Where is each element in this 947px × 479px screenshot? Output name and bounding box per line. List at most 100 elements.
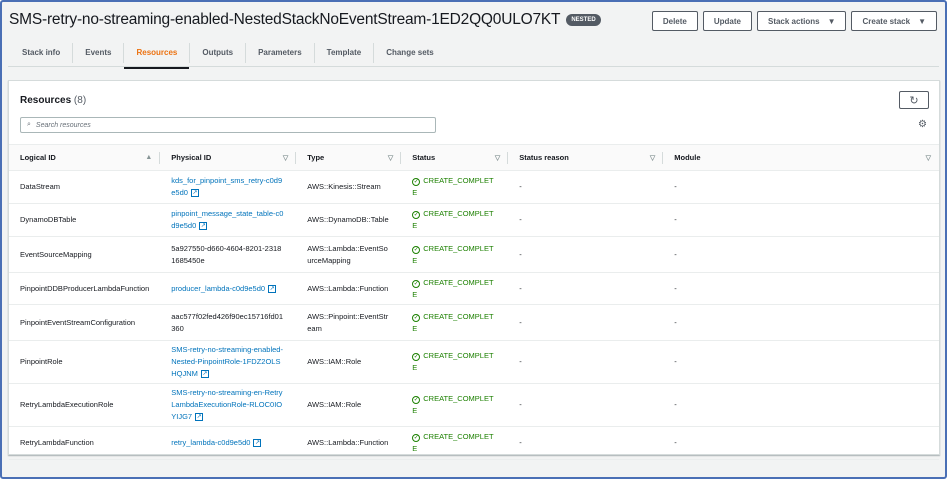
divider bbox=[8, 66, 939, 67]
column-label: Logical ID bbox=[20, 153, 56, 162]
table-row: RetryLambdaExecutionRole SMS-retry-no-st… bbox=[9, 383, 939, 427]
column-header-status[interactable]: Status ▽ bbox=[401, 144, 509, 171]
physical-id: SMS-retry-no-streaming-en-RetryLambdaExe… bbox=[171, 388, 283, 421]
physical-id-link[interactable]: pinpoint_message_state_table-c0d9e5d0 ↗ bbox=[171, 209, 284, 231]
success-check-icon: ✓ bbox=[412, 434, 421, 442]
table-row: PinpointEventStreamConfiguration aac577f… bbox=[9, 304, 939, 341]
logical-id: PinpointEventStreamConfiguration bbox=[20, 317, 136, 327]
module: - bbox=[674, 215, 677, 224]
logical-id-cell: PinpointDDBProducerLambdaFunction bbox=[9, 272, 161, 305]
status-reason: - bbox=[519, 215, 522, 224]
module: - bbox=[674, 283, 677, 293]
status-reason: - bbox=[519, 400, 522, 409]
sort-ascending-icon[interactable]: ▲ bbox=[145, 154, 152, 161]
stack-actions-button[interactable]: Stack actions ▼ bbox=[756, 11, 847, 31]
physical-id-cell: retry_lambda-c0d9e5d0 ↗ bbox=[160, 426, 297, 460]
status-text: CREATE_COMPLETE bbox=[412, 311, 494, 333]
page-header: SMS-retry-no-streaming-enabled-NestedSta… bbox=[4, 4, 943, 69]
sort-icon[interactable]: ▽ bbox=[926, 154, 931, 162]
physical-id-cell: 5a927550-d660-4604-8201-23181685450e bbox=[160, 236, 297, 273]
column-header-type[interactable]: Type ▽ bbox=[296, 144, 402, 171]
tab-stack-info[interactable]: Stack info bbox=[10, 43, 74, 63]
sort-icon[interactable]: ▽ bbox=[495, 154, 500, 162]
table-row: DynamoDBTable pinpoint_message_state_tab… bbox=[9, 203, 939, 237]
tab-template[interactable]: Template bbox=[315, 43, 375, 63]
type-cell: AWS::Pinpoint::EventStream bbox=[296, 304, 402, 341]
nested-badge: NESTED bbox=[566, 14, 601, 26]
status-cell: ✓ CREATE_COMPLETE bbox=[401, 272, 509, 305]
success-check-icon: ✓ bbox=[412, 313, 421, 322]
column-header-logical-id[interactable]: Logical ID ▲ bbox=[9, 144, 161, 171]
status-text: CREATE_COMPLETE bbox=[412, 176, 494, 197]
physical-id-cell: SMS-retry-no-streaming-enabled-Nested-Pi… bbox=[160, 340, 297, 384]
status-cell: ✓ CREATE_COMPLETE bbox=[401, 383, 509, 427]
table-row: RetryLambdaFunction retry_lambda-c0d9e5d… bbox=[9, 426, 939, 460]
tab-change-sets[interactable]: Change sets bbox=[374, 43, 446, 63]
physical-id-link[interactable]: retry_lambda-c0d9e5d0 ↗ bbox=[171, 438, 262, 448]
physical-id: SMS-retry-no-streaming-enabled-Nested-Pi… bbox=[171, 345, 283, 378]
panel-title: Resources (8) bbox=[20, 95, 86, 106]
module-cell: - bbox=[663, 272, 939, 305]
column-label: Module bbox=[674, 153, 701, 162]
success-check-icon: ✓ bbox=[412, 396, 421, 404]
external-link-icon: ↗ bbox=[268, 284, 277, 293]
physical-id-link[interactable]: kds_for_pinpoint_sms_retry-c0d9e5d0 ↗ bbox=[171, 176, 283, 198]
delete-button[interactable]: Delete bbox=[651, 11, 698, 31]
physical-id: retry_lambda-c0d9e5d0 bbox=[171, 438, 251, 447]
column-header-physical-id[interactable]: Physical ID ▽ bbox=[160, 144, 297, 171]
logical-id: RetryLambdaExecutionRole bbox=[20, 400, 114, 409]
status-reason-cell: - bbox=[508, 170, 664, 204]
logical-id: RetryLambdaFunction bbox=[20, 438, 94, 447]
module-cell: - bbox=[663, 340, 939, 384]
update-button[interactable]: Update bbox=[702, 11, 752, 31]
success-check-icon: ✓ bbox=[412, 245, 421, 254]
resource-count: (8) bbox=[73, 95, 87, 106]
table-row: PinpointRole SMS-retry-no-streaming-enab… bbox=[9, 340, 939, 384]
external-link-icon: ↗ bbox=[200, 370, 209, 379]
physical-id: kds_for_pinpoint_sms_retry-c0d9e5d0 bbox=[171, 176, 283, 197]
status-cell: ✓ CREATE_COMPLETE bbox=[401, 236, 509, 273]
module-cell: - bbox=[663, 170, 939, 204]
module: - bbox=[674, 249, 677, 259]
create-stack-button[interactable]: Create stack ▼ bbox=[851, 11, 937, 31]
status-reason: - bbox=[519, 317, 522, 327]
column-header-module[interactable]: Module ▽ bbox=[663, 144, 939, 171]
type-cell: AWS::DynamoDB::Table bbox=[296, 203, 402, 237]
logical-id-cell: RetryLambdaExecutionRole bbox=[9, 383, 161, 427]
update-label: Update bbox=[713, 16, 741, 26]
gear-icon[interactable]: ⚙ bbox=[918, 119, 927, 130]
resource-type: AWS::Lambda::EventSourceMapping bbox=[307, 243, 388, 265]
physical-id-link[interactable]: producer_lambda-c0d9e5d0 ↗ bbox=[171, 284, 277, 293]
table-row: PinpointDDBProducerLambdaFunction produc… bbox=[9, 272, 939, 305]
module-cell: - bbox=[663, 203, 939, 237]
column-header-status-reason[interactable]: Status reason ▽ bbox=[508, 144, 664, 171]
sort-icon[interactable]: ▽ bbox=[283, 154, 288, 162]
tab-outputs[interactable]: Outputs bbox=[190, 43, 247, 63]
tab-parameters[interactable]: Parameters bbox=[246, 43, 315, 63]
refresh-button[interactable]: ↻ bbox=[899, 91, 929, 109]
physical-id-link[interactable]: SMS-retry-no-streaming-en-RetryLambdaExe… bbox=[171, 388, 283, 422]
status-text: CREATE_COMPLETE bbox=[412, 432, 494, 453]
physical-id: aac577f02fed426f90ec15716fd01360 bbox=[171, 311, 284, 333]
physical-id-link[interactable]: SMS-retry-no-streaming-enabled-Nested-Pi… bbox=[171, 345, 283, 379]
status-reason-cell: - bbox=[508, 272, 664, 305]
sort-icon[interactable]: ▽ bbox=[388, 154, 393, 162]
status-text: CREATE_COMPLETE bbox=[412, 277, 494, 299]
logical-id-cell: DataStream bbox=[9, 170, 161, 204]
module: - bbox=[674, 438, 677, 447]
module-cell: - bbox=[663, 383, 939, 427]
sort-icon[interactable]: ▽ bbox=[650, 154, 655, 162]
logical-id: DynamoDBTable bbox=[20, 215, 77, 224]
table-row: DataStream kds_for_pinpoint_sms_retry-c0… bbox=[9, 170, 939, 204]
search-input[interactable]: ⌕ Search resources bbox=[20, 117, 436, 133]
tab-events[interactable]: Events bbox=[73, 43, 125, 63]
physical-id: 5a927550-d660-4604-8201-23181685450e bbox=[171, 243, 282, 265]
physical-id: pinpoint_message_state_table-c0d9e5d0 bbox=[171, 209, 284, 230]
resource-type: AWS::IAM::Role bbox=[307, 357, 362, 366]
caret-down-icon: ▼ bbox=[918, 16, 926, 26]
status-cell: ✓ CREATE_COMPLETE bbox=[401, 170, 509, 204]
column-label: Status bbox=[412, 153, 436, 162]
tab-resources[interactable]: Resources bbox=[124, 43, 191, 69]
logical-id: DataStream bbox=[20, 182, 61, 191]
status-text: CREATE_COMPLETE bbox=[412, 209, 494, 230]
